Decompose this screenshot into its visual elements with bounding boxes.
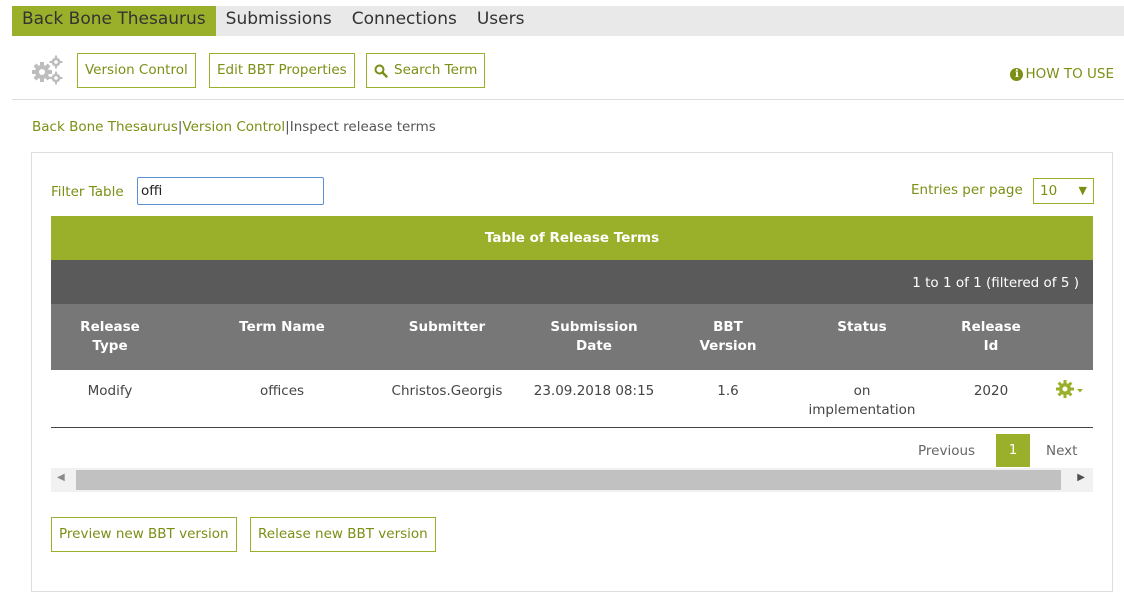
table-title: Table of Release Terms [51,216,1093,260]
pager-page-1[interactable]: 1 [996,434,1030,467]
nav-users[interactable]: Users [467,6,535,36]
nav-submissions[interactable]: Submissions [216,6,342,36]
search-term-button[interactable]: Search Term [366,53,486,88]
pager-next[interactable]: Next [1046,443,1077,459]
scroll-left-arrow-icon[interactable]: ◀ [57,472,65,483]
column-header-bbt-version[interactable]: BBT Version [699,318,756,356]
top-navigation: Back Bone Thesaurus Submissions Connecti… [12,6,1124,36]
edit-bbt-properties-button[interactable]: Edit BBT Properties [209,53,355,88]
table-row: Modify offices Christos.Georgis 23.09.20… [51,370,1093,428]
nav-connections[interactable]: Connections [342,6,467,36]
gears-icon [32,55,63,85]
cell-status: on implementation [808,383,916,418]
cell-submitter: Christos.Georgis [391,383,503,399]
cell-bbt-version: 1.6 [717,383,739,399]
info-icon: i [1010,68,1024,81]
breadcrumb-current: Inspect release terms [289,119,436,135]
column-header-submitter[interactable]: Submitter [409,318,485,337]
row-actions-gear-icon[interactable] [1056,379,1086,399]
how-to-use-label: HOW TO USE [1025,66,1114,82]
entries-per-page-select[interactable]: 10 ▼ [1033,178,1094,204]
search-term-label: Search Term [394,62,478,78]
entries-per-page-value: 10 [1040,183,1058,199]
cell-release-id: 2020 [973,383,1009,399]
filter-table-input[interactable] [137,177,324,205]
how-to-use-link[interactable]: i HOW TO USE [1010,66,1114,82]
filter-table-label: Filter Table [51,184,124,200]
breadcrumb-back-bone-thesaurus[interactable]: Back Bone Thesaurus [32,119,178,135]
pager-previous[interactable]: Previous [918,443,975,459]
search-icon [374,64,388,78]
toolbar: Version Control Edit BBT Properties Sear… [12,44,1124,100]
entries-per-page-label: Entries per page [911,182,1023,198]
nav-back-bone-thesaurus[interactable]: Back Bone Thesaurus [12,6,216,36]
column-header-release-id[interactable]: Release Id [961,318,1021,356]
breadcrumb-version-control[interactable]: Version Control [182,119,285,135]
table-info: 1 to 1 of 1 (filtered of 5 ) [51,260,1093,304]
release-new-bbt-version-button[interactable]: Release new BBT version [250,517,436,552]
horizontal-scrollbar[interactable]: ◀ ▶ [51,468,1093,492]
column-header-release-type[interactable]: Release Type [80,318,140,356]
cell-term-name: offices [259,383,305,399]
cell-release-type: Modify [87,383,133,399]
cell-submission-date: 23.09.2018 08:15 [533,383,655,399]
column-header-term-name[interactable]: Term Name [239,318,325,337]
version-control-button[interactable]: Version Control [77,53,196,88]
scrollbar-thumb[interactable] [76,470,1061,490]
scroll-right-arrow-icon[interactable]: ▶ [1077,472,1085,483]
column-header-submission-date[interactable]: Submission Date [550,318,637,356]
breadcrumb: Back Bone Thesaurus|Version Control|Insp… [32,119,436,135]
table-header: Release Type Term Name Submitter Submissi… [51,304,1093,370]
dropdown-arrow-icon: ▼ [1078,184,1087,197]
column-header-status[interactable]: Status [837,318,886,337]
preview-new-bbt-version-button[interactable]: Preview new BBT version [51,517,237,552]
